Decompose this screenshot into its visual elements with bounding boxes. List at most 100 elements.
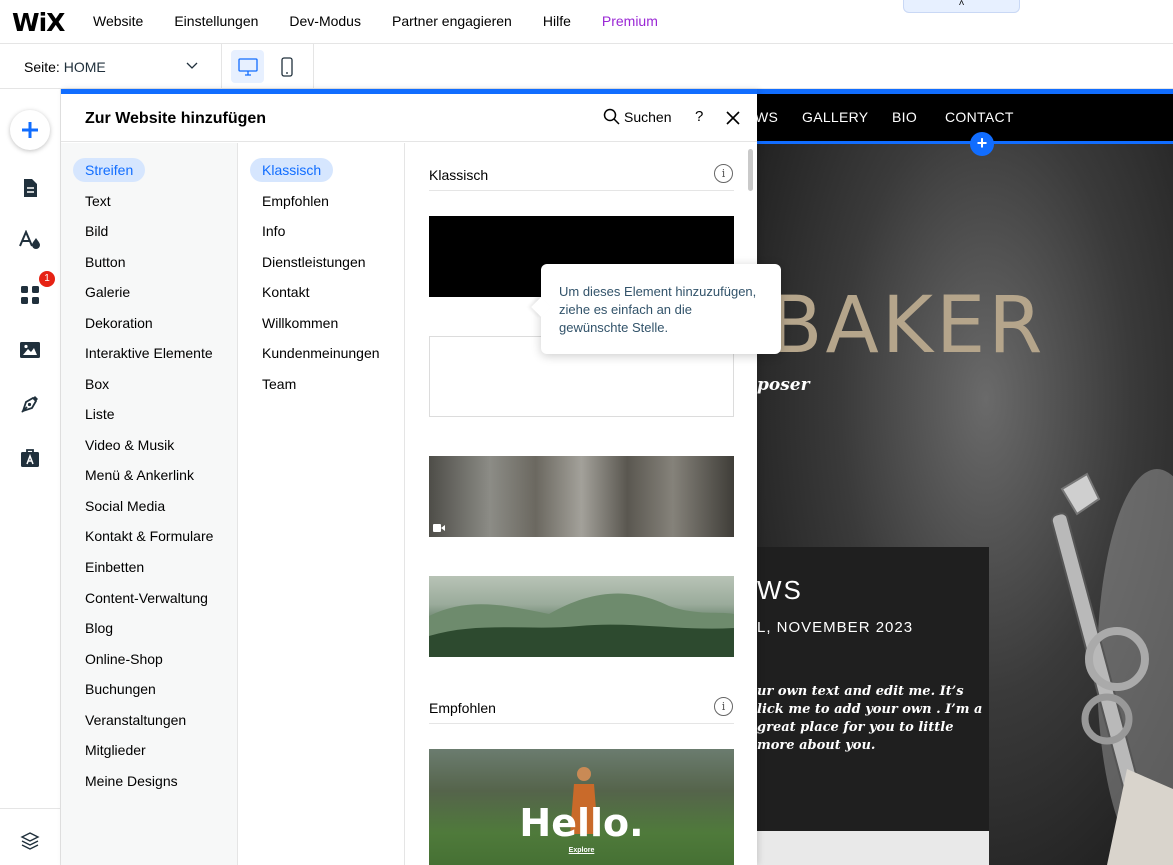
menu-hilfe[interactable]: Hilfe [543,13,571,29]
category-kontakt-formulare[interactable]: Kontakt & Formulare [73,524,225,548]
category-menu-ankerlink[interactable]: Menü & Ankerlink [73,463,206,487]
page-selector[interactable]: Seite: HOME [0,44,222,88]
site-subtitle[interactable]: poser [757,375,810,395]
add-panel: Zur Website hinzufügen Suchen ? Streifen… [61,89,757,865]
section-title-klassisch: Klassisch [429,167,489,183]
site-nav-contact[interactable]: CONTACT [945,109,1014,125]
scrollbar[interactable] [748,149,753,191]
strip-preview-list: Klassisch i Empfohlen i Hello. Explore [405,143,757,865]
category-video-musik[interactable]: Video & Musik [73,433,186,457]
drag-hint-tooltip: Um dieses Element hinzuzufügen, ziehe es… [531,264,781,354]
menu-premium[interactable]: Premium [602,13,658,29]
info-icon[interactable]: i [714,164,733,183]
section-title-empfohlen: Empfohlen [429,700,496,716]
media-button[interactable] [13,333,47,367]
strip-thumbnail-hello[interactable]: Hello. Explore [429,749,734,865]
trumpet-image[interactable] [1047,469,1173,865]
panel-title: Zur Website hinzufügen [85,110,267,127]
page-toolbar: Seite: HOME [0,44,1173,89]
section-divider [429,190,734,191]
wix-logo[interactable]: WiX [12,8,65,37]
subcategory-klassisch[interactable]: Klassisch [250,158,334,182]
category-blog[interactable]: Blog [73,616,125,640]
category-veranstaltungen[interactable]: Veranstaltungen [73,708,198,732]
strip-thumbnail-forest[interactable] [429,456,734,537]
subcategory-empfohlen[interactable]: Empfohlen [250,189,341,213]
pages-icon [24,179,37,197]
site-nav-bio[interactable]: BIO [892,109,917,125]
category-button[interactable]: Button [73,250,137,274]
subcategory-kontakt[interactable]: Kontakt [250,280,321,304]
theme-button[interactable] [13,223,47,257]
strip-thumbnail-mountains[interactable] [429,576,734,657]
hello-title: Hello. [519,801,644,845]
add-elements-button[interactable] [10,110,50,150]
section-divider [429,723,734,724]
pages-button[interactable] [13,171,47,205]
category-box[interactable]: Box [73,372,121,396]
category-liste[interactable]: Liste [73,402,127,426]
category-meine-designs[interactable]: Meine Designs [73,769,190,793]
category-buchungen[interactable]: Buchungen [73,677,168,701]
pen-icon [21,396,38,413]
category-list: Streifen Text Bild Button Galerie Dekora… [61,143,238,865]
subcategory-kundenmeinungen[interactable]: Kundenmeinungen [250,341,392,365]
category-einbetten[interactable]: Einbetten [73,555,156,579]
category-mitglieder[interactable]: Mitglieder [73,738,158,762]
category-streifen[interactable]: Streifen [73,158,146,182]
help-button[interactable]: ? [695,108,703,125]
news-date: L, NOVEMBER 2023 [757,619,914,636]
menu-website[interactable]: Website [93,13,143,29]
blog-button[interactable] [13,387,47,421]
chevron-up-icon: ˄ [958,0,965,9]
desktop-view-button[interactable] [231,50,264,83]
search-button[interactable]: Suchen [603,108,671,125]
rail-divider [0,808,61,809]
page-selector-label: Seite: [24,59,60,75]
notification-badge: 1 [39,271,55,287]
subcategory-team[interactable]: Team [250,372,308,396]
mobile-view-button[interactable] [270,50,303,83]
menu-dev-modus[interactable]: Dev-Modus [289,13,361,29]
category-social-media[interactable]: Social Media [73,494,177,518]
category-interaktive-elemente[interactable]: Interaktive Elemente [73,341,225,365]
collapse-topbar-button[interactable]: ˄ [903,0,1020,13]
menu-partner-engagieren[interactable]: Partner engagieren [392,13,512,29]
category-galerie[interactable]: Galerie [73,280,142,304]
add-icon [22,122,38,138]
category-dekoration[interactable]: Dekoration [73,311,165,335]
portfolio-button[interactable] [13,441,47,475]
info-icon[interactable]: i [714,697,733,716]
toolbar-divider [313,44,314,88]
search-label: Suchen [624,108,672,125]
subcategory-dienstleistungen[interactable]: Dienstleistungen [250,250,378,274]
close-icon[interactable] [726,111,740,125]
theme-icon [19,230,40,249]
category-bild[interactable]: Bild [73,219,120,243]
page-selector-value: HOME [63,59,106,75]
category-online-shop[interactable]: Online-Shop [73,647,175,671]
news-box[interactable]: WS L, NOVEMBER 2023 ur own text and edit… [757,547,989,865]
site-nav-news[interactable]: WS [757,109,778,125]
site-navigation[interactable]: WS GALLERY BIO CONTACT [757,94,1173,142]
subcategory-list: Klassisch Empfohlen Info Dienstleistunge… [238,143,405,865]
add-section-button[interactable]: + [970,132,994,156]
layers-icon [20,832,40,850]
top-bar: WiX Website Einstellungen Dev-Modus Part… [0,0,1173,44]
subcategory-info[interactable]: Info [250,219,297,243]
media-icon [20,342,40,358]
hello-link: Explore [568,847,595,854]
site-nav-gallery[interactable]: GALLERY [802,109,868,125]
subcategory-willkommen[interactable]: Willkommen [250,311,350,335]
site-canvas[interactable]: WS GALLERY BIO CONTACT + BAKER poser WS … [757,89,1173,865]
news-text: ur own text and edit me. It’s lick me to… [757,684,983,753]
section-boundary-line [757,141,1173,144]
apps-icon [21,286,39,304]
category-text[interactable]: Text [73,189,123,213]
layers-button[interactable] [13,824,47,858]
search-icon [603,108,620,125]
menu-einstellungen[interactable]: Einstellungen [174,13,258,29]
category-content-verwaltung[interactable]: Content-Verwaltung [73,586,220,610]
site-title[interactable]: BAKER [769,281,1046,371]
news-heading: WS [757,575,803,605]
